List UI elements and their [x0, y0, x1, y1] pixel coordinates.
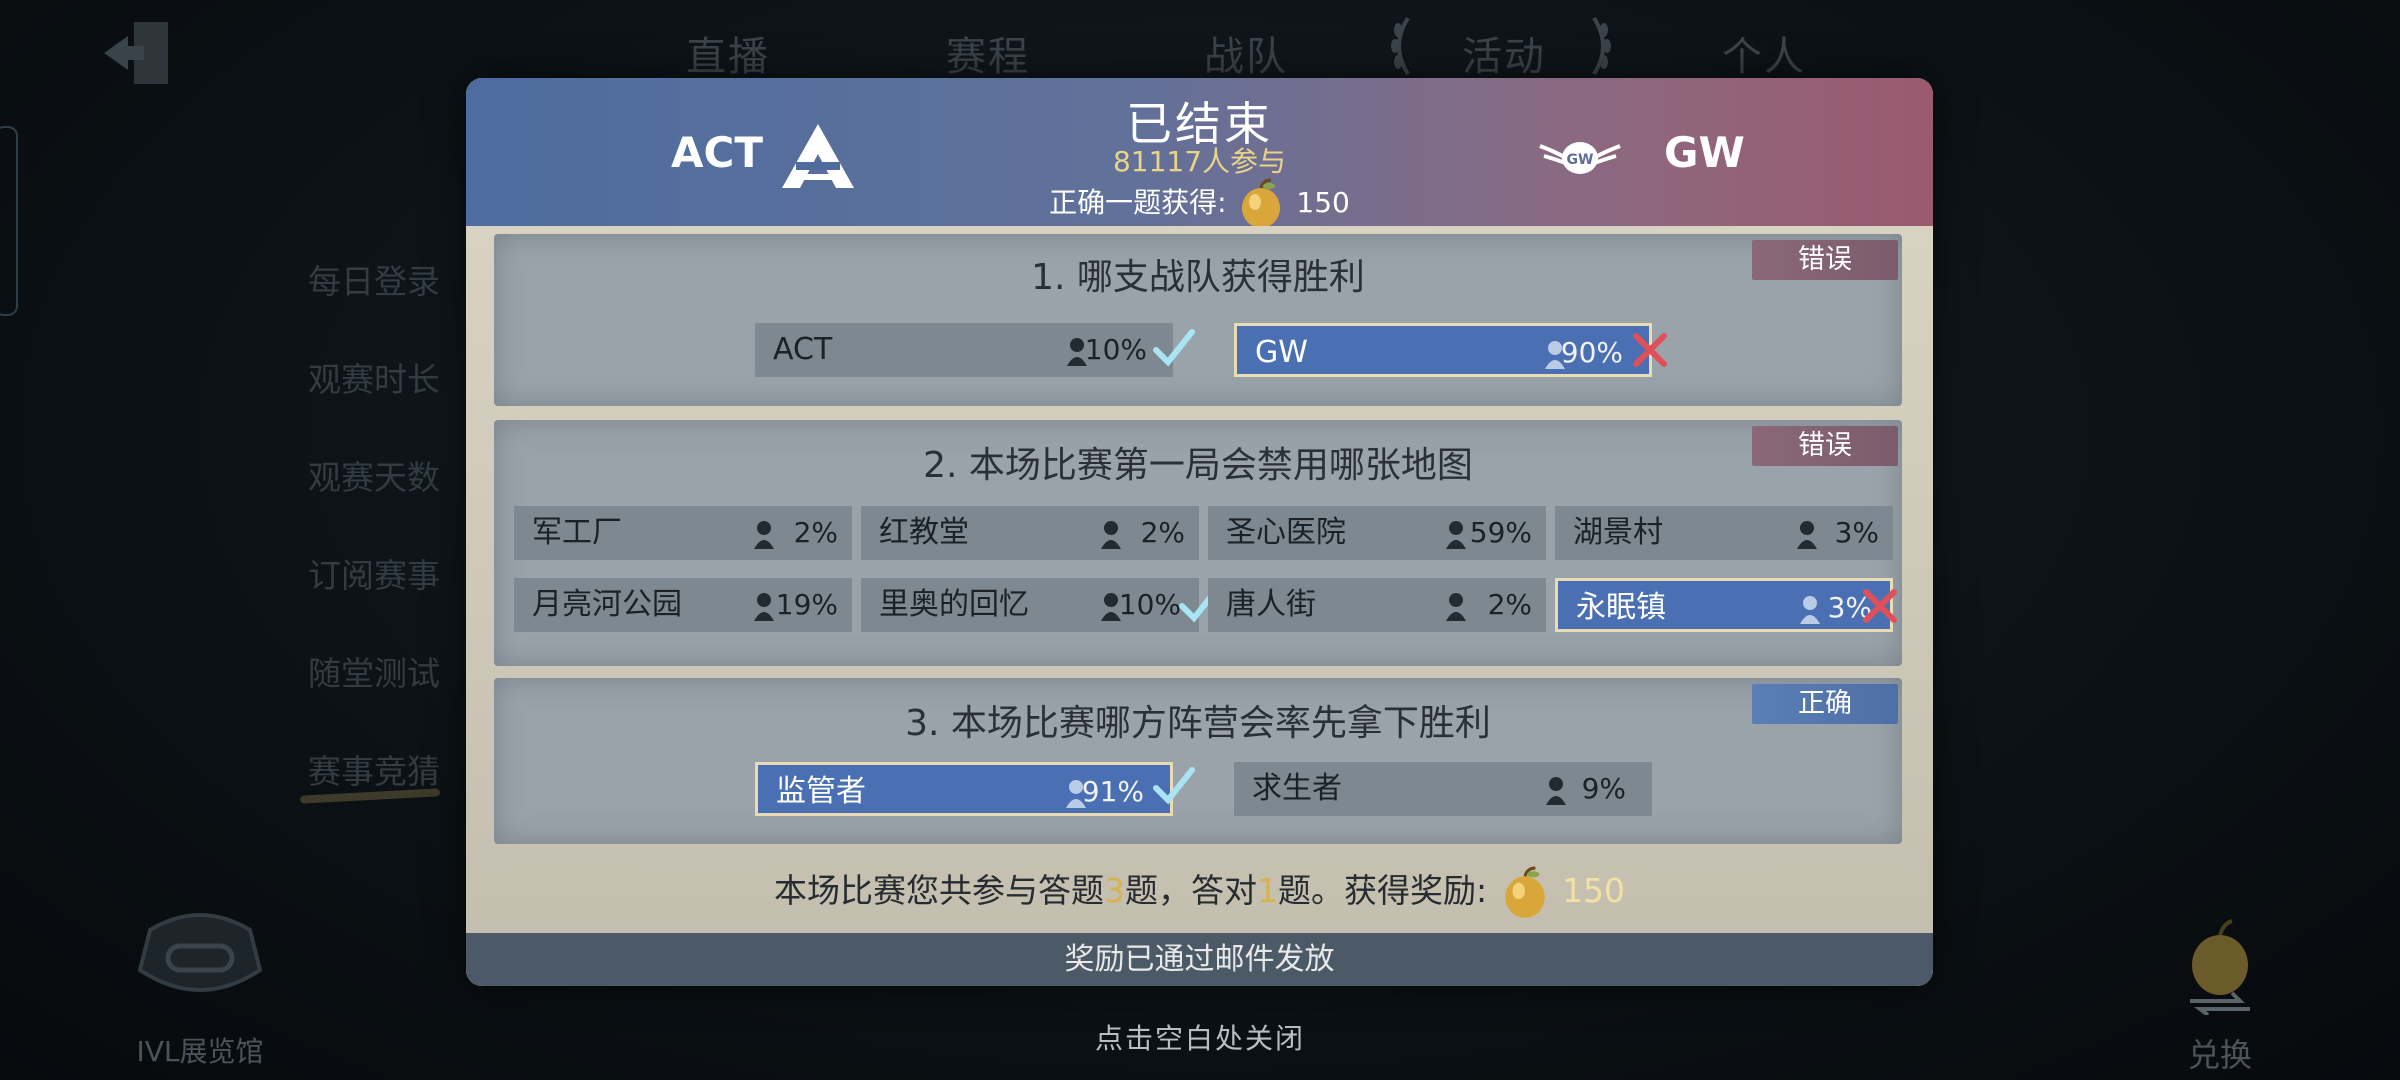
person-icon [1446, 521, 1466, 549]
question-2-option-sacred-heart-hospital[interactable]: 圣心医院 59% [1208, 506, 1546, 560]
reward-prefix: 正确一题获得: [1049, 186, 1227, 219]
question-1: 1. 哪支战队获得胜利 错误 ACT 10% GW 90% [494, 234, 1902, 406]
option-percent: 10% [1118, 588, 1181, 621]
question-2-option-chinatown[interactable]: 唐人街 2% [1208, 578, 1546, 632]
question-1-verdict: 错误 [1752, 240, 1898, 280]
laurel-right-icon [1592, 16, 1611, 76]
question-2-option-arms-factory[interactable]: 军工厂 2% [514, 506, 852, 560]
summary-reward-amount: 150 [1562, 871, 1626, 910]
question-2-option-red-church[interactable]: 红教堂 2% [861, 506, 1199, 560]
tab-profile[interactable]: 个人 [1722, 24, 1806, 82]
modal-header: ACT 已结束 81117人参与 正确一题获得: 150 GW GW [466, 78, 1933, 228]
question-2-option-leos-memory[interactable]: 里奥的回忆 10% [861, 578, 1199, 632]
person-icon [1446, 593, 1466, 621]
question-2-verdict: 错误 [1752, 426, 1898, 466]
option-percent: 2% [793, 516, 838, 549]
option-percent: 9% [1581, 772, 1626, 805]
mail-notice: 奖励已通过邮件发放 [466, 933, 1933, 986]
question-1-option-gw[interactable]: GW 90% [1234, 323, 1652, 377]
side-item-match-guess[interactable]: 赛事竞猜 [308, 745, 440, 793]
question-2-title: 2. 本场比赛第一局会禁用哪张地图 [923, 445, 1473, 486]
golden-apple-exchange-icon[interactable] [2180, 915, 2260, 1015]
correct-check-icon [1153, 329, 1195, 367]
person-icon [1101, 521, 1121, 549]
option-percent: 2% [1487, 588, 1532, 621]
side-item-subscribe[interactable]: 订阅赛事 [308, 549, 440, 597]
close-hint: 点击空白处关闭 [1094, 1022, 1305, 1055]
question-2-option-eversleeping-town[interactable]: 永眠镇 3% [1555, 578, 1893, 632]
option-label: 圣心医院 [1226, 515, 1346, 550]
option-label: 永眠镇 [1576, 590, 1666, 625]
question-2: 2. 本场比赛第一局会禁用哪张地图 错误 军工厂 2% 红教堂 2% 圣心医院 … [494, 420, 1902, 666]
svg-text:GW: GW [1567, 152, 1594, 168]
option-percent: 3% [1834, 516, 1879, 549]
result-summary: 本场比赛您共参与答题3题，答对1题。获得奖励: 150 [466, 864, 1933, 920]
option-label: 军工厂 [532, 515, 622, 550]
museum-badge-icon[interactable] [120, 900, 280, 1020]
person-icon [754, 593, 774, 621]
option-percent: 19% [775, 588, 838, 621]
reward-per-question: 正确一题获得: 150 [466, 178, 1933, 230]
side-drawer-handle[interactable] [0, 126, 18, 316]
question-1-option-act[interactable]: ACT 10% [755, 323, 1173, 377]
option-label: 湖景村 [1573, 515, 1663, 550]
option-label: 唐人街 [1226, 587, 1316, 622]
correct-count: 1 [1256, 871, 1278, 910]
option-label: GW [1255, 335, 1308, 370]
summary-text-1: 本场比赛您共参与答题 [773, 871, 1104, 910]
question-2-option-lakeside-village[interactable]: 湖景村 3% [1555, 506, 1893, 560]
quiz-result-modal: ACT 已结束 81117人参与 正确一题获得: 150 GW GW 1. 哪支… [466, 78, 1933, 986]
option-label: 里奥的回忆 [879, 587, 1029, 622]
question-3-title: 3. 本场比赛哪方阵营会率先拿下胜利 [905, 703, 1491, 744]
laurel-left-icon [1391, 16, 1410, 76]
tab-teams[interactable]: 战队 [1204, 24, 1288, 82]
top-nav: 直播 赛程 战队 活动 个人 [600, 24, 1900, 84]
wrong-cross-icon [1863, 589, 1897, 623]
side-item-daily-login[interactable]: 每日登录 [308, 255, 440, 303]
option-percent: 59% [1469, 516, 1532, 549]
question-3-verdict: 正确 [1752, 684, 1898, 724]
option-percent: 91% [1081, 775, 1144, 808]
reward-amount: 150 [1296, 186, 1350, 219]
option-percent: 10% [1084, 333, 1147, 366]
option-label: 求生者 [1252, 771, 1342, 806]
gw-team-logo: GW [1539, 142, 1621, 174]
summary-text-3: 题。获得奖励: [1277, 871, 1488, 910]
tab-events[interactable]: 活动 [1462, 24, 1546, 82]
question-1-title: 1. 哪支战队获得胜利 [1031, 257, 1365, 298]
golden-apple-icon [1504, 866, 1545, 918]
person-icon [1800, 596, 1820, 624]
person-icon [754, 521, 774, 549]
team-right-name: GW [1664, 128, 1745, 177]
side-item-watch-days[interactable]: 观赛天数 [308, 451, 440, 499]
question-3-option-survivor[interactable]: 求生者 9% [1234, 762, 1652, 816]
person-icon [1797, 521, 1817, 549]
question-3: 3. 本场比赛哪方阵营会率先拿下胜利 正确 监管者 91% 求生者 9% [494, 678, 1902, 844]
option-label: 监管者 [776, 774, 866, 809]
option-label: ACT [773, 332, 833, 367]
question-3-option-hunter[interactable]: 监管者 91% [755, 762, 1173, 816]
tab-live[interactable]: 直播 [686, 24, 770, 82]
exit-door-icon[interactable] [100, 18, 174, 88]
tab-schedule[interactable]: 赛程 [946, 24, 1030, 82]
correct-check-icon [1153, 767, 1195, 805]
option-percent: 2% [1140, 516, 1185, 549]
side-item-watch-time[interactable]: 观赛时长 [308, 353, 440, 401]
answered-count: 3 [1103, 871, 1125, 910]
option-label: 月亮河公园 [532, 587, 682, 622]
question-2-option-moonlit-river-park[interactable]: 月亮河公园 19% [514, 578, 852, 632]
golden-apple-icon [1242, 178, 1281, 228]
option-percent: 90% [1560, 336, 1623, 369]
side-item-quiz[interactable]: 随堂测试 [308, 647, 440, 695]
person-icon [1546, 777, 1566, 805]
option-label: 红教堂 [879, 515, 969, 550]
wrong-cross-icon [1633, 333, 1667, 367]
summary-text-2: 题，答对 [1124, 871, 1257, 910]
